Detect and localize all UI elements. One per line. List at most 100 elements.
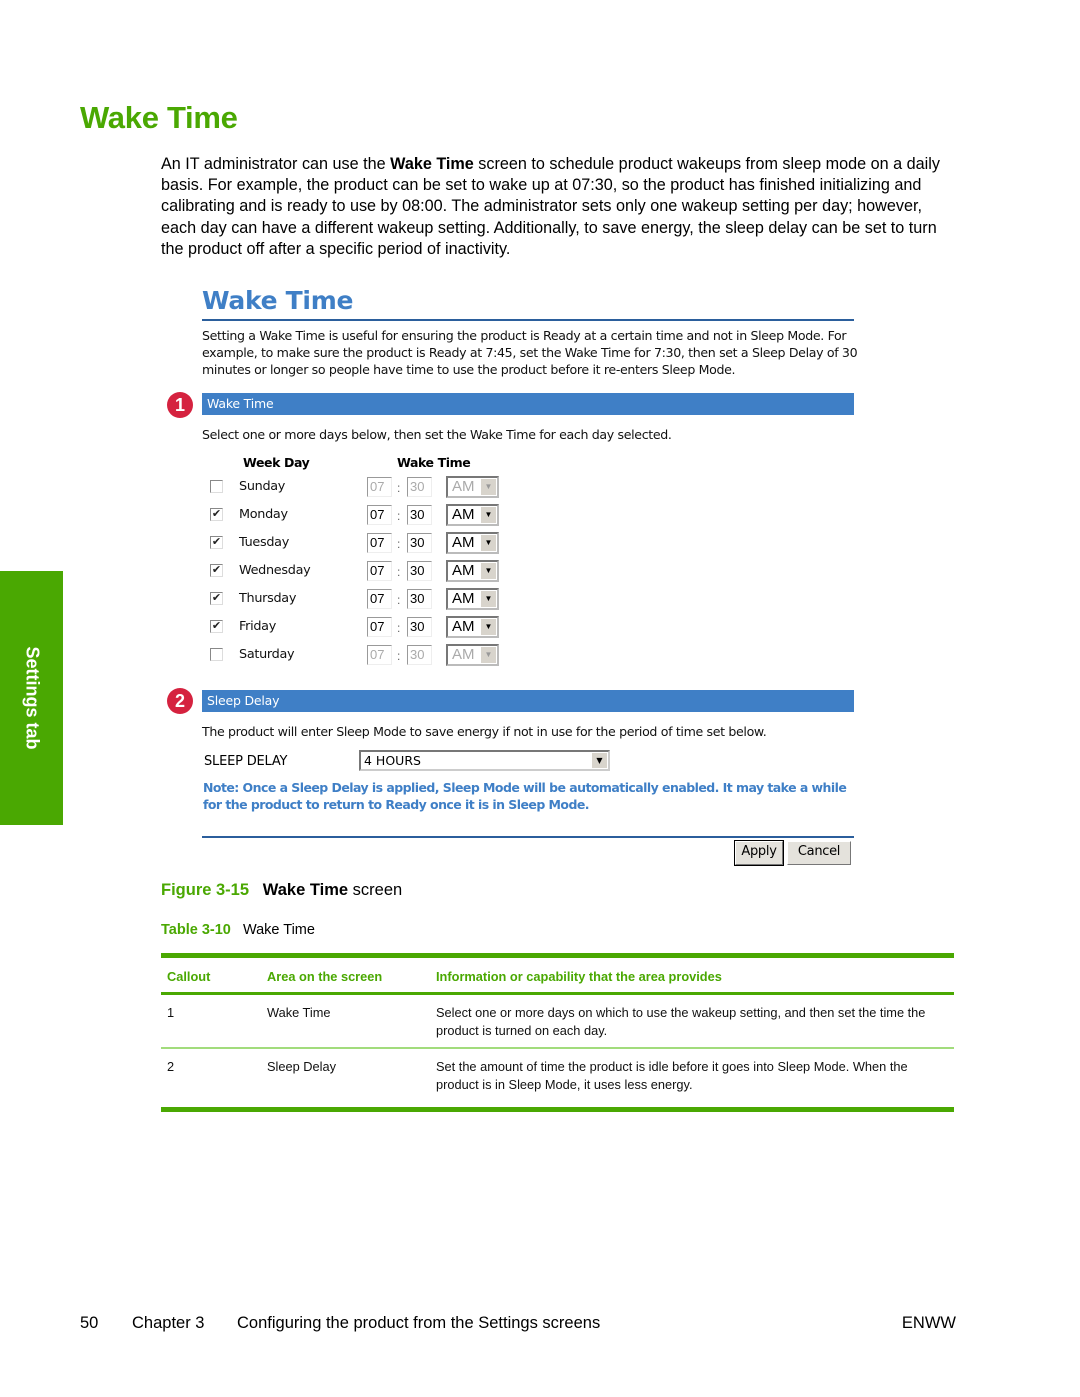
callout-table: Callout Area on the screen Information o… [161, 953, 954, 1112]
cell-information: Select one or more days on which to use … [430, 993, 954, 1049]
footer-locale: ENWW [901, 1314, 956, 1332]
minute-input[interactable]: 30 [407, 561, 432, 581]
time-separator: : [397, 481, 401, 495]
bottom-divider [202, 836, 854, 838]
hour-input[interactable]: 07 [367, 589, 392, 609]
dropdown-arrow-icon[interactable]: ▼ [481, 507, 496, 523]
dropdown-arrow-icon[interactable]: ▼ [481, 619, 496, 635]
dropdown-arrow-icon[interactable]: ▼ [592, 753, 607, 768]
day-row: ✔ Friday 07:30 AM ▼ [208, 616, 508, 641]
minute-input[interactable]: 30 [407, 617, 432, 637]
time-separator: : [397, 649, 401, 663]
page-number: 50 [80, 1314, 99, 1332]
day-label: Monday [239, 507, 288, 522]
minute-input[interactable]: 30 [407, 645, 432, 665]
day-row: ✔ Wednesday 07:30 AM ▼ [208, 560, 508, 585]
table-header-row: Callout Area on the screen Information o… [161, 953, 954, 995]
day-checkbox[interactable]: ✔ [210, 620, 223, 633]
day-label: Tuesday [239, 535, 289, 550]
ampm-select[interactable]: AM ▼ [446, 588, 499, 610]
screen-description: Setting a Wake Time is useful for ensuri… [202, 328, 858, 377]
ampm-select[interactable]: AM ▼ [446, 476, 499, 498]
dropdown-arrow-icon[interactable]: ▼ [481, 535, 496, 551]
ampm-value: AM [452, 618, 475, 635]
day-row: ✔ Monday 07:30 AM ▼ [208, 504, 508, 529]
cell-callout: 1 [161, 993, 261, 1049]
day-label: Friday [239, 619, 276, 634]
sleep-delay-instruction: The product will enter Sleep Mode to sav… [202, 724, 767, 739]
hour-input[interactable]: 07 [367, 533, 392, 553]
settings-side-tab: Settings tab [0, 571, 63, 825]
figure-label: Figure 3-15 [161, 881, 250, 899]
dropdown-arrow-icon[interactable]: ▼ [481, 563, 496, 579]
minute-input[interactable]: 30 [407, 477, 432, 497]
minute-input[interactable]: 30 [407, 505, 432, 525]
hour-input[interactable]: 07 [367, 645, 392, 665]
ampm-select[interactable]: AM ▼ [446, 532, 499, 554]
table-title: Wake Time [242, 922, 315, 938]
ampm-select[interactable]: AM ▼ [446, 644, 499, 666]
header-area: Area on the screen [261, 953, 430, 995]
table-caption: Table 3-10 Wake Time [161, 922, 315, 938]
day-checkbox[interactable] [210, 648, 223, 661]
table-row: 2 Sleep Delay Set the amount of time the… [161, 1048, 954, 1112]
day-label: Sunday [239, 479, 286, 494]
header-information: Information or capability that the area … [430, 953, 954, 995]
sleep-delay-select[interactable]: 4 HOURS ▼ [359, 750, 610, 771]
dropdown-arrow-icon[interactable]: ▼ [481, 647, 496, 663]
day-checkbox[interactable]: ✔ [210, 564, 223, 577]
intro-paragraph: An IT administrator can use the Wake Tim… [161, 154, 961, 260]
footer-chapter-title: Configuring the product from the Setting… [237, 1314, 601, 1332]
day-row: ✔ Tuesday 07:30 AM ▼ [208, 532, 508, 557]
footer-chapter: Chapter 3 [132, 1314, 205, 1332]
time-separator: : [397, 621, 401, 635]
weekday-column-header: Week Day [243, 455, 310, 470]
time-separator: : [397, 565, 401, 579]
ampm-value: AM [452, 646, 475, 663]
table-label: Table 3-10 [161, 922, 231, 938]
ampm-select[interactable]: AM ▼ [446, 560, 499, 582]
ampm-value: AM [452, 590, 475, 607]
ampm-select[interactable]: AM ▼ [446, 504, 499, 526]
day-label: Saturday [239, 647, 295, 662]
day-row: Saturday 07:30 AM ▼ [208, 644, 508, 669]
day-label: Wednesday [239, 563, 311, 578]
day-checkbox[interactable]: ✔ [210, 536, 223, 549]
day-row: Sunday 07:30 AM ▼ [208, 476, 508, 501]
dropdown-arrow-icon[interactable]: ▼ [481, 591, 496, 607]
sleep-delay-label: SLEEP DELAY [204, 754, 288, 769]
ampm-select[interactable]: AM ▼ [446, 616, 499, 638]
day-label: Thursday [239, 591, 297, 606]
day-checkbox[interactable]: ✔ [210, 592, 223, 605]
time-separator: : [397, 593, 401, 607]
title-divider [202, 319, 854, 321]
hour-input[interactable]: 07 [367, 505, 392, 525]
side-tab-label: Settings tab [22, 646, 42, 750]
cell-callout: 2 [161, 1048, 261, 1112]
ampm-value: AM [452, 534, 475, 551]
hour-input[interactable]: 07 [367, 477, 392, 497]
ampm-value: AM [452, 478, 475, 495]
minute-input[interactable]: 30 [407, 589, 432, 609]
minute-input[interactable]: 30 [407, 533, 432, 553]
time-separator: : [397, 509, 401, 523]
callout-1-icon: 1 [167, 392, 193, 418]
sleep-delay-value: 4 HOURS [364, 753, 421, 768]
ampm-value: AM [452, 562, 475, 579]
ampm-value: AM [452, 506, 475, 523]
hour-input[interactable]: 07 [367, 561, 392, 581]
day-checkbox[interactable] [210, 480, 223, 493]
figure-title-rest: screen [348, 881, 403, 899]
cell-area: Sleep Delay [261, 1048, 430, 1112]
cancel-button[interactable]: Cancel [787, 841, 851, 865]
cell-area: Wake Time [261, 993, 430, 1049]
day-checkbox[interactable]: ✔ [210, 508, 223, 521]
apply-button[interactable]: Apply [734, 840, 784, 866]
callout-2-icon: 2 [167, 688, 193, 714]
dropdown-arrow-icon[interactable]: ▼ [481, 479, 496, 495]
intro-bold: Wake Time [390, 155, 474, 173]
hour-input[interactable]: 07 [367, 617, 392, 637]
wake-time-section-header: Wake Time [202, 393, 854, 415]
sleep-delay-section-header: Sleep Delay [202, 690, 854, 712]
sleep-delay-note: Note: Once a Sleep Delay is applied, Sle… [203, 780, 847, 812]
